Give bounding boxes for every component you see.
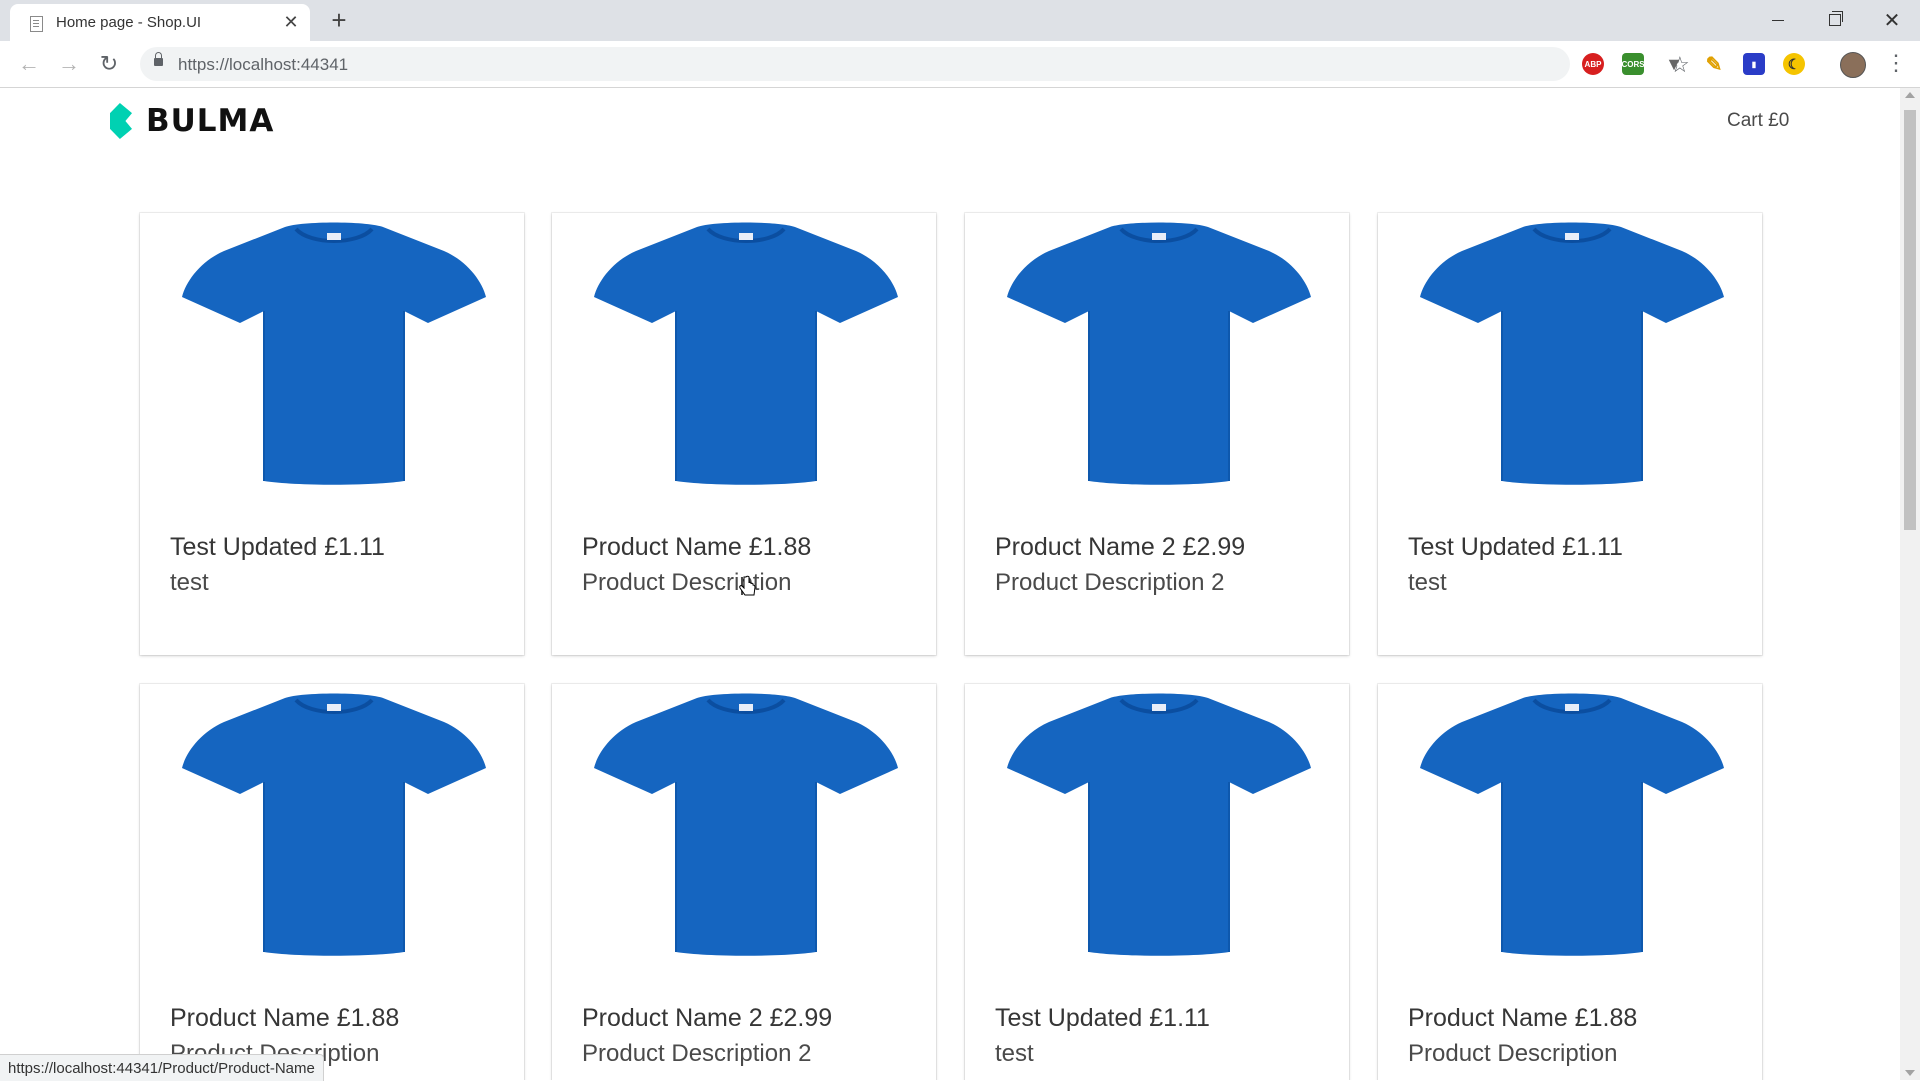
product-description: Product Description <box>582 569 792 596</box>
v-extension-icon[interactable]: ▼ <box>1663 53 1685 75</box>
product-image[interactable] <box>1007 219 1311 487</box>
scroll-down-icon[interactable] <box>1905 1070 1915 1076</box>
lock-icon[interactable] <box>154 52 163 66</box>
profile-avatar[interactable] <box>1840 52 1866 78</box>
logo-text: BULMA <box>146 103 275 139</box>
address-bar[interactable]: https://localhost:44341 ☆ <box>140 47 1690 81</box>
product-card[interactable]: Product Name 2 £2.99 Product Description … <box>965 213 1349 655</box>
product-description: test <box>1408 569 1447 596</box>
product-title: Test Updated £1.11 <box>1408 533 1623 561</box>
product-title: Product Name £1.88 <box>582 533 812 561</box>
product-description: Product Description <box>1408 1040 1618 1067</box>
product-image[interactable] <box>1420 219 1724 487</box>
browser-toolbar: ← → ↻ https://localhost:44341 ☆ ABP CORS… <box>0 41 1920 88</box>
tab-strip: Home page - Shop.UI ✕ + ✕ <box>0 0 1920 41</box>
product-description: Product Description 2 <box>995 569 1225 596</box>
browser-menu-icon[interactable]: ⋮ <box>1885 50 1907 76</box>
product-image[interactable] <box>594 219 898 487</box>
close-window-button[interactable]: ✕ <box>1864 0 1920 40</box>
forward-button[interactable]: → <box>54 49 84 79</box>
restore-button[interactable] <box>1807 0 1863 40</box>
cors-extension-icon[interactable]: CORS <box>1621 53 1645 75</box>
product-card[interactable]: Test Updated £1.11 test <box>1378 213 1762 655</box>
product-title: Test Updated £1.11 <box>995 1004 1210 1032</box>
scrollbar-thumb[interactable] <box>1904 110 1916 530</box>
bulma-logo-icon <box>110 103 132 139</box>
product-image[interactable] <box>594 690 898 958</box>
product-image[interactable] <box>1420 690 1724 958</box>
product-title: Product Name 2 £2.99 <box>582 1004 833 1032</box>
product-image[interactable] <box>182 219 486 487</box>
product-image[interactable] <box>1007 690 1311 958</box>
minimize-button[interactable] <box>1750 0 1806 40</box>
product-description: test <box>170 569 209 596</box>
cart-link[interactable]: Cart £0 <box>1727 110 1789 132</box>
product-card[interactable]: Test Updated £1.11 test <box>140 213 524 655</box>
product-title: Product Name 2 £2.99 <box>995 533 1246 561</box>
hand-cursor-icon <box>739 575 756 596</box>
scroll-up-icon[interactable] <box>1905 92 1915 98</box>
reload-button[interactable]: ↻ <box>94 49 124 79</box>
minimize-icon <box>1772 19 1784 21</box>
moon-extension-icon[interactable]: ☾ <box>1783 53 1805 75</box>
restore-icon <box>1829 11 1843 26</box>
site-navbar: BULMA Cart £0 <box>0 88 1900 158</box>
browser-tab[interactable]: Home page - Shop.UI ✕ <box>10 4 310 41</box>
product-title: Product Name £1.88 <box>1408 1004 1638 1032</box>
url-text[interactable]: https://localhost:44341 <box>178 55 348 75</box>
site-logo[interactable]: BULMA <box>110 103 274 139</box>
product-description: Product Description 2 <box>582 1040 812 1067</box>
product-card[interactable]: Product Name £1.88 Product Description <box>1378 684 1762 1080</box>
new-tab-button[interactable]: + <box>325 7 353 33</box>
product-title: Test Updated £1.11 <box>170 533 385 561</box>
tab-title: Home page - Shop.UI <box>56 14 202 31</box>
adblock-extension-icon[interactable]: ABP <box>1582 53 1604 75</box>
status-bar-url: https://localhost:44341/Product/Product-… <box>0 1054 324 1081</box>
back-button[interactable]: ← <box>14 49 44 79</box>
page-viewport: BULMA Cart £0 Test Updated £1.11 test Pro… <box>0 88 1900 1080</box>
product-card[interactable]: Product Name 2 £2.99 Product Description … <box>552 684 936 1080</box>
close-tab-icon[interactable]: ✕ <box>280 12 302 34</box>
blue-extension-icon[interactable]: ▮ <box>1743 53 1765 75</box>
page-favicon-icon <box>28 15 44 32</box>
product-image[interactable] <box>182 690 486 958</box>
page-scrollbar[interactable] <box>1900 88 1920 1080</box>
product-description: test <box>995 1040 1034 1067</box>
product-title: Product Name £1.88 <box>170 1004 400 1032</box>
product-card[interactable]: Product Name £1.88Product Description <box>140 684 524 1080</box>
pen-extension-icon[interactable]: ✎ <box>1703 53 1725 76</box>
product-card[interactable]: Test Updated £1.11 test <box>965 684 1349 1080</box>
